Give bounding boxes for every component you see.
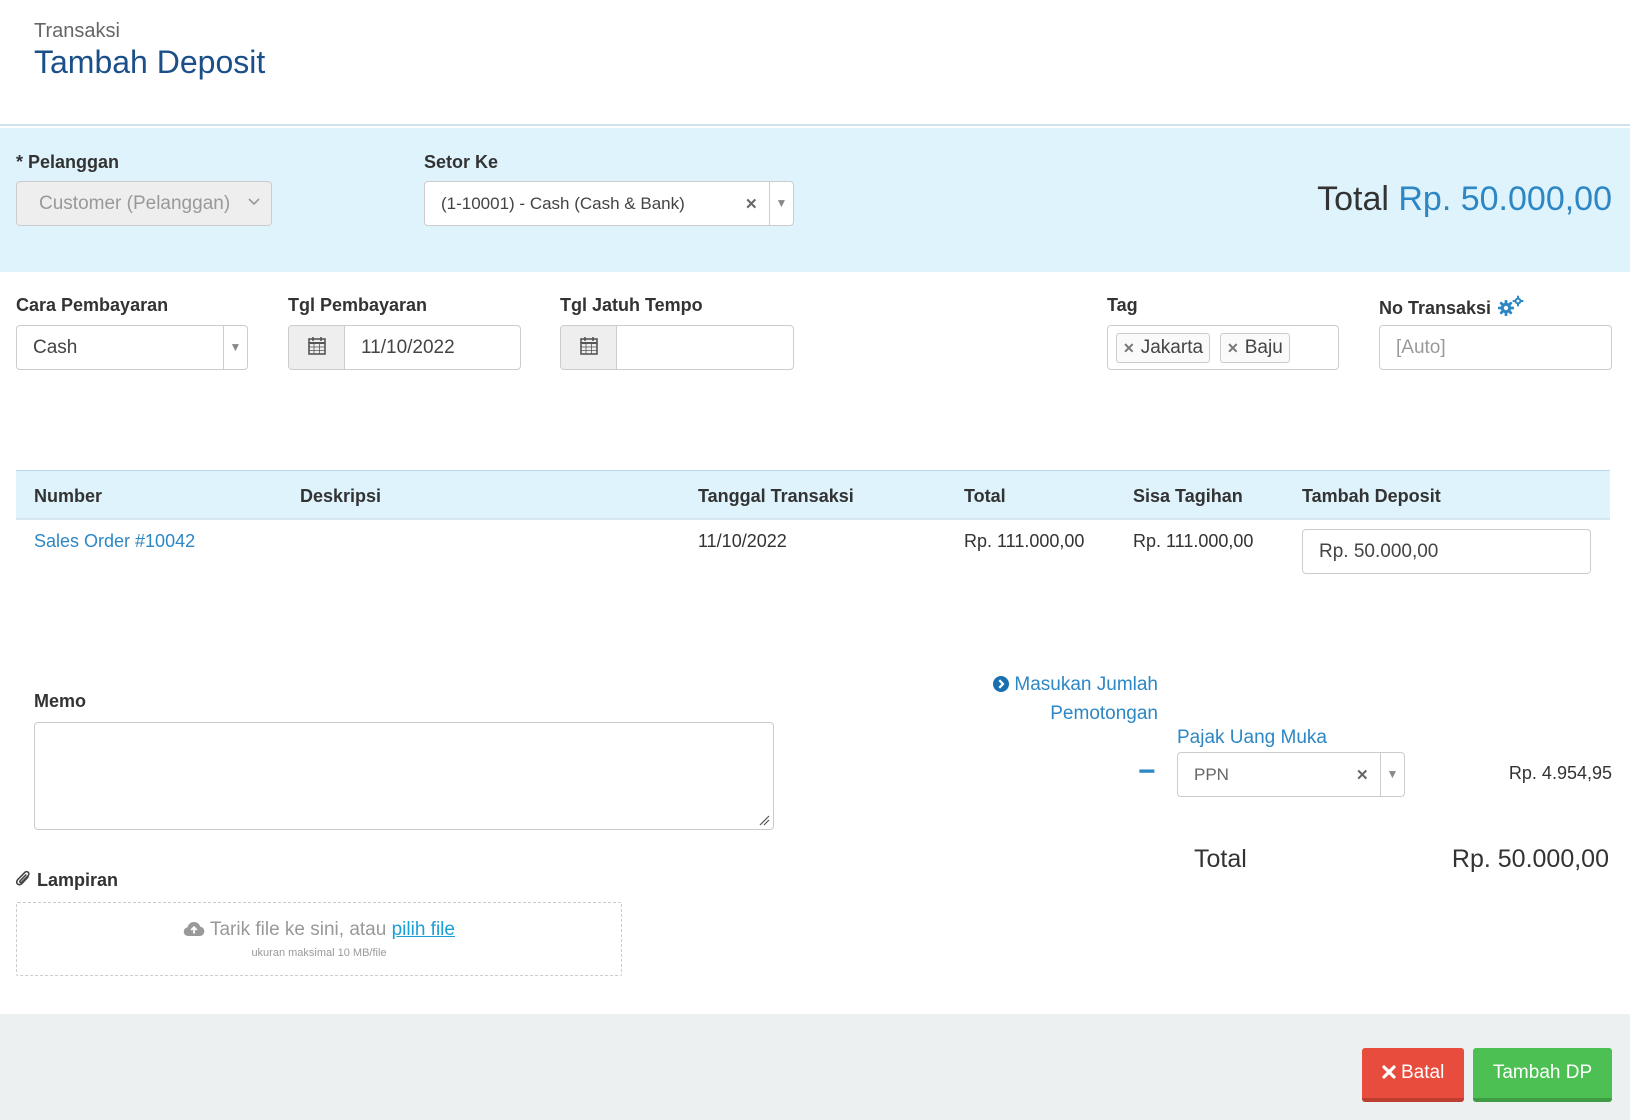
- remove-tag-icon[interactable]: ✕: [1227, 340, 1239, 356]
- attachment-label-text: Lampiran: [37, 870, 119, 890]
- chevron-down-icon: [247, 195, 261, 210]
- header-total-value: Rp. 50.000,00: [1398, 180, 1612, 218]
- tax-select-value: PPN: [1194, 765, 1229, 784]
- page-title: Tambah Deposit: [34, 44, 266, 80]
- row-remaining: Rp. 111.000,00: [1133, 531, 1254, 551]
- gear-icon[interactable]: [1496, 295, 1526, 322]
- circle-chevron-right-icon: [993, 673, 1010, 700]
- add-deduction-link[interactable]: Masukan Jumlah Pemotongan: [992, 671, 1158, 727]
- payment-date-value: 11/10/2022: [361, 337, 455, 358]
- table-header: Number Deskripsi Tanggal Transaksi Total…: [16, 470, 1610, 520]
- tag-chip[interactable]: ✕ Baju: [1220, 333, 1290, 363]
- cancel-button[interactable]: Batal: [1362, 1048, 1464, 1102]
- sales-order-link[interactable]: Sales Order #10042: [34, 531, 195, 552]
- breadcrumb[interactable]: Transaksi: [34, 20, 120, 43]
- submit-deposit-label: Tambah DP: [1492, 1062, 1593, 1083]
- file-dropzone[interactable]: Tarik file ke sini, atau pilih file ukur…: [16, 902, 622, 976]
- payment-date-label: Tgl Pembayaran: [288, 295, 428, 315]
- clear-icon[interactable]: ✕: [1356, 766, 1369, 784]
- deposit-amount-value: Rp. 50.000,00: [1319, 541, 1439, 562]
- transaction-no-label-text: No Transaksi: [1379, 298, 1492, 318]
- cloud-upload-icon: [183, 921, 205, 943]
- deposit-to-select[interactable]: (1-10001) - Cash (Cash & Bank) ✕ ▼: [424, 181, 794, 226]
- payment-method-select[interactable]: Cash ▼: [16, 325, 248, 370]
- header-total-label: Total: [1317, 180, 1389, 218]
- due-date-label: Tgl Jatuh Tempo: [560, 295, 703, 315]
- withholding-tax-label[interactable]: Pajak Uang Muka: [1177, 727, 1327, 749]
- choose-file-link[interactable]: pilih file: [392, 919, 455, 940]
- tax-select[interactable]: PPN ✕ ▼: [1177, 752, 1405, 797]
- customer-select[interactable]: Customer (Pelanggan): [16, 181, 272, 226]
- tax-amount: Rp. 4.954,95: [1508, 763, 1612, 783]
- grand-total-label: Total: [1194, 845, 1247, 873]
- deposit-to-value: (1-10001) - Cash (Cash & Bank): [441, 194, 685, 213]
- dropdown-arrow-icon[interactable]: ▼: [223, 326, 247, 369]
- due-date-input[interactable]: [560, 325, 794, 370]
- minus-icon[interactable]: −: [1138, 755, 1156, 789]
- column-header-deposit: Tambah Deposit: [1302, 486, 1441, 506]
- submit-deposit-button[interactable]: Tambah DP: [1473, 1048, 1612, 1102]
- resize-handle-icon[interactable]: [758, 814, 770, 826]
- deposit-to-label: Setor Ke: [424, 152, 499, 172]
- cancel-button-label: Batal: [1400, 1062, 1445, 1083]
- dropdown-arrow-icon[interactable]: ▼: [1380, 753, 1404, 796]
- column-header-total: Total: [964, 486, 1006, 506]
- paperclip-icon: [15, 870, 32, 893]
- column-header-date: Tanggal Transaksi: [698, 486, 854, 506]
- file-size-limit: ukuran maksimal 10 MB/file: [251, 947, 387, 959]
- row-total: Rp. 111.000,00: [964, 531, 1085, 551]
- add-deduction-line1: Masukan Jumlah: [1014, 674, 1158, 695]
- memo-label: Memo: [34, 691, 87, 711]
- tag-chip-label: Baju: [1244, 337, 1283, 358]
- transaction-no-placeholder: [Auto]: [1396, 337, 1446, 358]
- deposit-amount-input[interactable]: Rp. 50.000,00: [1302, 529, 1591, 574]
- tag-input[interactable]: ✕ Jakarta ✕ Baju: [1107, 325, 1339, 370]
- payment-method-label: Cara Pembayaran: [16, 295, 169, 315]
- calendar-icon[interactable]: [561, 326, 617, 369]
- tag-label: Tag: [1107, 295, 1138, 315]
- page-header: Transaksi Tambah Deposit: [0, 0, 1630, 126]
- tag-chip-label: Jakarta: [1140, 337, 1204, 358]
- calendar-icon[interactable]: [289, 326, 345, 369]
- payment-date-input[interactable]: 11/10/2022: [288, 325, 521, 370]
- memo-textarea[interactable]: [34, 722, 774, 830]
- column-header-number: Number: [34, 486, 103, 506]
- clear-icon[interactable]: ✕: [745, 195, 758, 213]
- dropdown-arrow-icon[interactable]: ▼: [769, 182, 793, 225]
- add-deduction-line2: Pemotongan: [1050, 703, 1158, 724]
- transaction-no-label: No Transaksi: [1379, 295, 1526, 322]
- customer-label: * Pelanggan: [16, 152, 120, 172]
- dropzone-text: Tarik file ke sini, atau: [209, 919, 392, 940]
- customer-placeholder: Customer (Pelanggan): [39, 193, 231, 214]
- transaction-no-input[interactable]: [Auto]: [1379, 325, 1612, 370]
- remove-tag-icon[interactable]: ✕: [1123, 340, 1135, 356]
- grand-total-value: Rp. 50.000,00: [1451, 845, 1609, 873]
- column-header-remaining: Sisa Tagihan: [1133, 486, 1243, 506]
- row-date: 11/10/2022: [698, 531, 787, 551]
- header-total: Total Rp. 50.000,00: [1317, 180, 1612, 219]
- attachment-label: Lampiran: [15, 870, 119, 893]
- tag-chip[interactable]: ✕ Jakarta: [1116, 333, 1211, 363]
- close-icon: [1382, 1049, 1396, 1099]
- column-header-description: Deskripsi: [300, 486, 382, 506]
- payment-method-value: Cash: [33, 337, 78, 358]
